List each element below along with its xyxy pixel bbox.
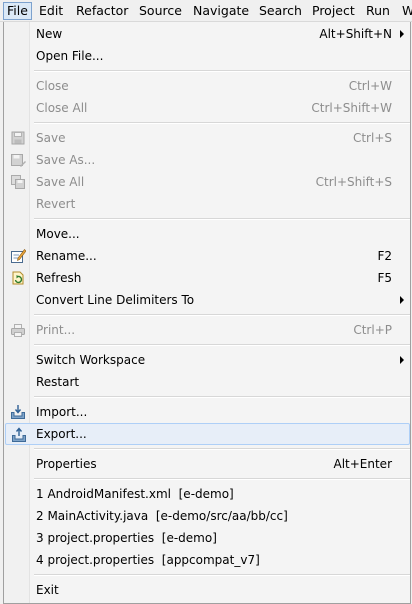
menu-item-revert[interactable]: Revert: [5, 193, 410, 215]
submenu-arrow-icon: [400, 296, 404, 304]
menu-item-label: New: [36, 27, 63, 41]
menu-item-label: Save: [36, 131, 66, 145]
menu-item-label: Move...: [36, 227, 80, 241]
menu-item-label: Switch Workspace: [36, 353, 146, 367]
menu-separator: [34, 344, 410, 346]
print-icon: [10, 322, 26, 338]
menu-item-save[interactable]: Save Ctrl+S: [5, 127, 410, 149]
menu-item-convert-line-delimiters[interactable]: Convert Line Delimiters To: [5, 289, 410, 311]
menubar-window[interactable]: W: [398, 2, 412, 20]
menu-item-label: 3 project.properties [e-demo]: [36, 531, 217, 545]
save-as-icon: [10, 152, 26, 168]
menu-item-label: 1 AndroidManifest.xml [e-demo]: [36, 487, 234, 501]
menu-item-refresh[interactable]: Refresh F5: [5, 267, 410, 289]
menu-item-move[interactable]: Move...: [5, 223, 410, 245]
recent-file-item[interactable]: 3 project.properties [e-demo]: [5, 527, 410, 549]
menu-item-shortcut: Alt+Enter: [333, 457, 392, 471]
menubar-file[interactable]: File: [3, 2, 32, 20]
menu-item-export[interactable]: Export...: [5, 423, 410, 445]
menu-item-shortcut: Ctrl+S: [352, 131, 392, 145]
menu-item-shortcut: F5: [377, 271, 392, 285]
menubar-source[interactable]: Source: [135, 2, 186, 20]
menu-separator: [34, 122, 410, 124]
menu-separator: [34, 218, 410, 220]
menu-item-label: Revert: [36, 197, 76, 211]
menu-separator: [34, 396, 410, 398]
menubar-refactor[interactable]: Refactor: [72, 2, 132, 20]
menu-separator: [34, 70, 410, 72]
menu-item-label: Save All: [36, 175, 85, 189]
menu-item-shortcut: Alt+Shift+N: [319, 27, 392, 41]
menu-item-label: Exit: [36, 583, 59, 597]
menu-item-open-file[interactable]: Open File...: [5, 45, 410, 67]
menubar-search[interactable]: Search: [255, 2, 306, 20]
recent-file-item[interactable]: 2 MainActivity.java [e-demo/src/aa/bb/cc…: [5, 505, 410, 527]
menu-separator: [34, 314, 410, 316]
menu-bar: File Edit Refactor Source Navigate Searc…: [0, 0, 412, 22]
menu-item-label: Save As...: [36, 153, 96, 167]
save-icon: [10, 130, 26, 146]
menu-item-label: Refresh: [36, 271, 82, 285]
rename-icon: [10, 248, 27, 264]
menu-item-label: Import...: [36, 405, 88, 419]
menu-item-label: Convert Line Delimiters To: [36, 293, 195, 307]
menu-item-import[interactable]: Import...: [5, 401, 410, 423]
menu-item-label: Export...: [36, 427, 87, 441]
save-all-icon: [10, 174, 26, 190]
menu-separator: [34, 448, 410, 450]
menu-item-label: Close: [36, 79, 69, 93]
menu-item-exit[interactable]: Exit: [5, 579, 410, 601]
menu-item-close[interactable]: Close Ctrl+W: [5, 75, 410, 97]
menu-item-switch-workspace[interactable]: Switch Workspace: [5, 349, 410, 371]
recent-file-item[interactable]: 1 AndroidManifest.xml [e-demo]: [5, 483, 410, 505]
import-icon: [10, 404, 26, 420]
menu-item-new[interactable]: New Alt+Shift+N: [5, 23, 410, 45]
menu-item-label: Restart: [36, 375, 80, 389]
refresh-icon: [10, 270, 26, 286]
menu-item-save-as[interactable]: Save As...: [5, 149, 410, 171]
menu-item-shortcut: Ctrl+Shift+S: [315, 175, 392, 189]
menu-item-label: Print...: [36, 323, 76, 337]
menu-item-label: Rename...: [36, 249, 97, 263]
submenu-arrow-icon: [400, 30, 404, 38]
menu-item-label: Close All: [36, 101, 88, 115]
submenu-arrow-icon: [400, 356, 404, 364]
menu-item-shortcut: Ctrl+W: [348, 79, 392, 93]
file-menu: New Alt+Shift+N Open File... Close Ctrl+…: [3, 22, 411, 604]
menu-item-properties[interactable]: Properties Alt+Enter: [5, 453, 410, 475]
menu-item-rename[interactable]: Rename... F2: [5, 245, 410, 267]
menu-item-print[interactable]: Print... Ctrl+P: [5, 319, 410, 341]
menu-separator: [34, 478, 410, 480]
menubar-project[interactable]: Project: [308, 2, 359, 20]
recent-file-item[interactable]: 4 project.properties [appcompat_v7]: [5, 549, 410, 571]
menubar-edit[interactable]: Edit: [35, 2, 67, 20]
menu-item-label: Open File...: [36, 49, 104, 63]
menu-item-close-all[interactable]: Close All Ctrl+Shift+W: [5, 97, 410, 119]
menu-item-label: 4 project.properties [appcompat_v7]: [36, 553, 260, 567]
menu-item-shortcut: Ctrl+Shift+W: [311, 101, 392, 115]
menu-item-save-all[interactable]: Save All Ctrl+Shift+S: [5, 171, 410, 193]
menu-separator: [34, 574, 410, 576]
menubar-run[interactable]: Run: [362, 2, 394, 20]
menu-item-restart[interactable]: Restart: [5, 371, 410, 393]
export-icon: [11, 427, 27, 443]
menu-item-shortcut: Ctrl+P: [353, 323, 392, 337]
menu-item-label: 2 MainActivity.java [e-demo/src/aa/bb/cc…: [36, 509, 288, 523]
menu-item-label: Properties: [36, 457, 97, 471]
menubar-navigate[interactable]: Navigate: [189, 2, 253, 20]
menu-item-shortcut: F2: [377, 249, 392, 263]
